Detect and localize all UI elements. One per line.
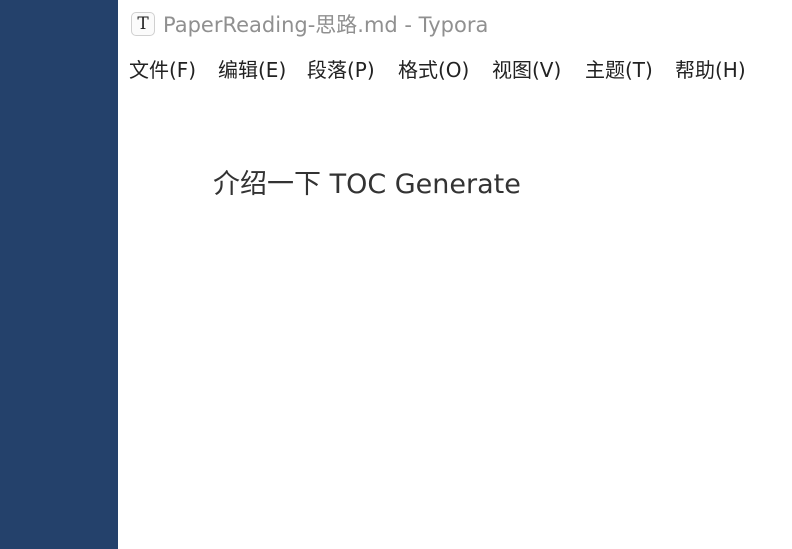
menu-help[interactable]: 帮助(H) [675, 56, 746, 84]
menu-bar: 文件(F) 编辑(E) 段落(P) 格式(O) 视图(V) 主题(T) 帮助(H… [118, 56, 792, 86]
editor-area[interactable]: 介绍一下 TOC Generate [118, 100, 792, 549]
menu-edit[interactable]: 编辑(E) [218, 56, 286, 84]
editor-text-line[interactable]: 介绍一下 TOC Generate [213, 168, 521, 202]
typora-app-icon: T [131, 12, 155, 36]
left-background-panel [0, 0, 118, 549]
menu-view[interactable]: 视图(V) [492, 56, 561, 84]
menu-file[interactable]: 文件(F) [129, 56, 196, 84]
window-title: PaperReading-思路.md - Typora [163, 13, 489, 37]
menu-paragraph[interactable]: 段落(P) [307, 56, 375, 84]
menu-theme[interactable]: 主题(T) [585, 56, 653, 84]
menu-format[interactable]: 格式(O) [398, 56, 469, 84]
title-bar: T PaperReading-思路.md - Typora [118, 0, 792, 50]
typora-window: T PaperReading-思路.md - Typora 文件(F) 编辑(E… [118, 0, 792, 549]
